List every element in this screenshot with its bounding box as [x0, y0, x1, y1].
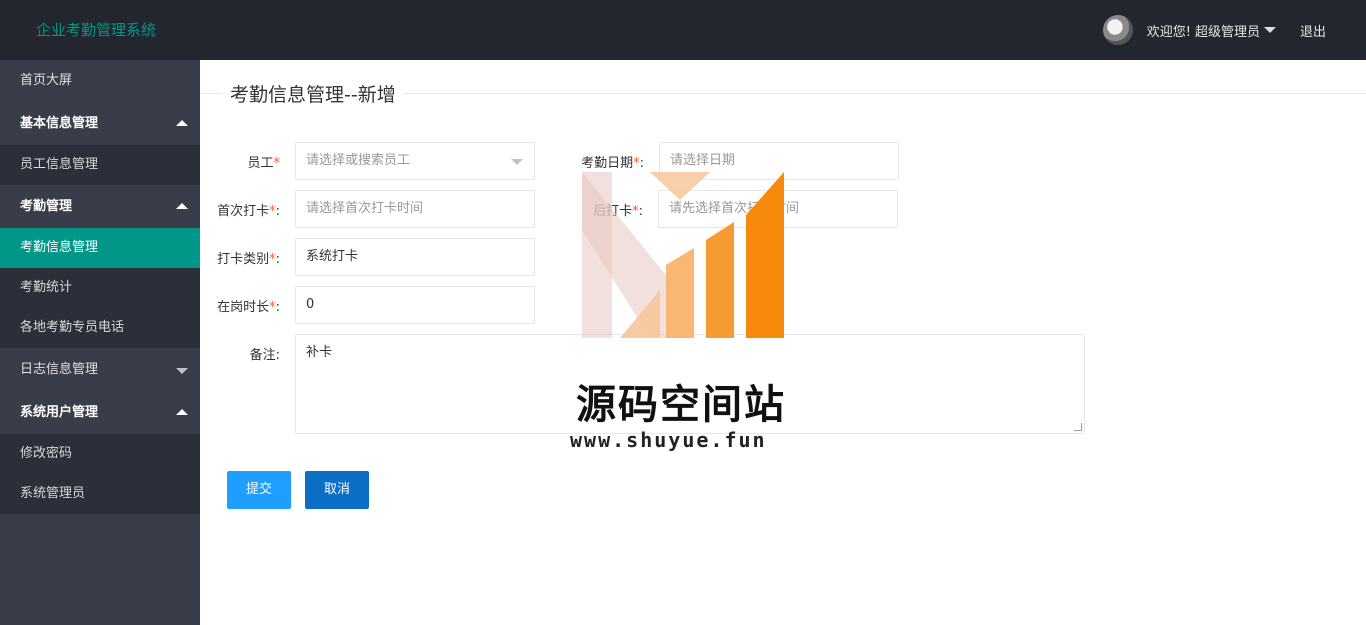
date-label: 考勤日期*: — [581, 155, 644, 171]
employee-label: 员工* — [247, 155, 280, 171]
logout-link[interactable]: 退出 — [1300, 21, 1326, 40]
chevron-down-icon — [511, 159, 523, 165]
first-punch-input[interactable]: 请选择首次打卡时间 — [295, 190, 535, 228]
sidebar-group-label: 日志信息管理 — [20, 362, 99, 377]
date-placeholder: 请选择日期 — [670, 153, 736, 168]
punch-type-value: 系统打卡 — [306, 249, 359, 264]
remark-label: 备注: — [249, 348, 280, 363]
form-row-punch-type: 打卡类别*: 系统打卡 — [200, 238, 535, 276]
sidebar-item-change-password[interactable]: 修改密码 — [0, 434, 200, 474]
sidebar-item-attendance-contacts[interactable]: 各地考勤专员电话 — [0, 308, 200, 348]
duration-label: 在岗时长*: — [217, 299, 280, 315]
sidebar-group-label: 系统用户管理 — [20, 405, 99, 420]
first-punch-placeholder: 请选择首次打卡时间 — [306, 201, 424, 216]
app-brand[interactable]: 企业考勤管理系统 — [36, 19, 156, 40]
punch-type-input[interactable]: 系统打卡 — [295, 238, 535, 276]
sidebar-group-label: 基本信息管理 — [20, 116, 99, 131]
form-row-employee: 员工* 请选择或搜索员工 — [200, 142, 535, 180]
remark-value: 补卡 — [306, 345, 333, 360]
page-title: 考勤信息管理--新增 — [222, 80, 404, 107]
sidebar-item-attendance-info[interactable]: 考勤信息管理 — [0, 228, 200, 268]
duration-input[interactable]: 0 — [295, 286, 535, 324]
sidebar-item-system-admin[interactable]: 系统管理员 — [0, 474, 200, 514]
first-punch-label: 首次打卡*: — [217, 203, 280, 219]
sidebar-group-system-users[interactable]: 系统用户管理 — [0, 391, 200, 434]
form-row-first-punch: 首次打卡*: 请选择首次打卡时间 — [200, 190, 535, 228]
chevron-up-icon — [176, 408, 188, 415]
sidebar-item-attendance-stats[interactable]: 考勤统计 — [0, 268, 200, 308]
duration-value: 0 — [306, 297, 315, 312]
form-row-duration: 在岗时长*: 0 — [200, 286, 535, 324]
sidebar-item-employee-info[interactable]: 员工信息管理 — [0, 145, 200, 185]
user-menu: 欢迎您! 超级管理员 退出 — [1102, 15, 1326, 45]
watermark-title: 源码空间站 — [576, 382, 786, 428]
sidebar-group-label: 考勤管理 — [20, 199, 73, 214]
chevron-down-icon[interactable] — [1263, 27, 1276, 33]
punch-type-label: 打卡类别*: — [217, 251, 280, 267]
chevron-down-icon — [176, 367, 188, 374]
username[interactable]: 超级管理员 — [1195, 21, 1260, 40]
resize-handle[interactable] — [1074, 423, 1082, 431]
sidebar-item-home[interactable]: 首页大屏 — [0, 60, 200, 102]
employee-placeholder: 请选择或搜索员工 — [306, 153, 411, 168]
watermark-logo — [582, 172, 784, 338]
chevron-up-icon — [176, 119, 188, 126]
chevron-up-icon — [176, 202, 188, 209]
submit-button[interactable]: 提交 — [227, 471, 291, 509]
employee-select[interactable]: 请选择或搜索员工 — [295, 142, 535, 180]
sidebar: 首页大屏 基本信息管理 员工信息管理 考勤管理 考勤信息管理 考勤统计 各地考勤… — [0, 60, 200, 625]
sidebar-group-log-info[interactable]: 日志信息管理 — [0, 348, 200, 391]
cancel-button[interactable]: 取消 — [305, 471, 369, 509]
welcome-text: 欢迎您! — [1146, 24, 1191, 40]
sidebar-group-basic-info[interactable]: 基本信息管理 — [0, 102, 200, 145]
watermark: 源码空间站 www.shuyue.fun — [570, 170, 800, 455]
avatar[interactable] — [1102, 15, 1133, 45]
sidebar-group-attendance[interactable]: 考勤管理 — [0, 185, 200, 228]
top-bar: 企业考勤管理系统 欢迎您! 超级管理员 退出 — [0, 0, 1366, 60]
watermark-url: www.shuyue.fun — [570, 428, 767, 452]
